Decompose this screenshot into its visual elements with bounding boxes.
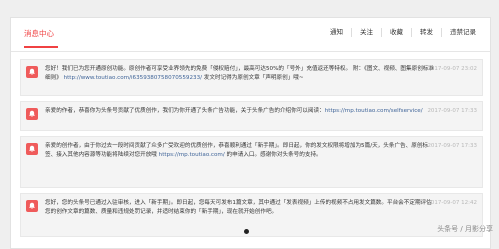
tab-favorites[interactable]: 收藏	[381, 28, 411, 37]
message-date: 2017-09-07 17:33	[427, 108, 477, 114]
message-text: 您好，您的头条号已通过入驻审核，进入「新手期」。即日起，您每天可发布1篇文章，其…	[45, 199, 436, 217]
bell-icon	[26, 108, 38, 120]
message-link[interactable]: https://mp.toutiao.com/selfservice/	[325, 108, 423, 114]
bell-icon	[26, 66, 38, 78]
tab-follows[interactable]: 关注	[351, 28, 381, 37]
message-center-panel: 消息中心 通知 关注 收藏 转发 违禁记录 您好！我们已为您开通原创功能。原创作…	[10, 17, 491, 249]
message-text: 亲爱的创作者，由于你过去一段时间贡献了众多广受欢迎的优质创作，恭喜顺利通过「新手…	[45, 142, 436, 160]
tab-reposts[interactable]: 转发	[411, 28, 441, 37]
message-tail: 的申请入口。感谢你对头条号的支持。	[224, 151, 322, 158]
page-title: 消息中心	[24, 29, 54, 38]
list-item[interactable]: 亲爱的作者，恭喜你为头条号贡献了优质创作，我们为你开通了头条广告功能，关于头条广…	[20, 101, 483, 131]
tab-violations[interactable]: 违禁记录	[441, 28, 484, 37]
message-body: 亲爱的作者，恭喜你为头条号贡献了优质创作，我们为你开通了头条广告功能，关于头条广…	[45, 108, 325, 114]
message-text: 亲爱的作者，恭喜你为头条号贡献了优质创作，我们为你开通了头条广告功能，关于头条广…	[45, 107, 436, 116]
tab-notifications[interactable]: 通知	[322, 28, 351, 37]
bell-icon	[26, 200, 38, 212]
message-text: 您好！我们已为您开通原创功能。原创作者可享受业界领先的免费「侵权赔付」，最高可达…	[45, 65, 436, 83]
message-body: 您好，您的头条号已通过入驻审核，进入「新手期」。即日起，您每天可发布1篇文章，其…	[45, 200, 432, 215]
message-date: 2017-09-07 17:33	[427, 143, 477, 149]
tab-bar: 通知 关注 收藏 转发 违禁记录	[322, 28, 484, 37]
header: 消息中心 通知 关注 收藏 转发 违禁记录	[11, 18, 490, 52]
message-date: 2017-09-07 23:02	[427, 66, 477, 72]
page-indicator-dot	[244, 229, 249, 234]
message-list: 您好！我们已为您开通原创功能。原创作者可享受业界领先的免费「侵权赔付」，最高可达…	[20, 59, 483, 242]
list-item[interactable]: 您好，您的头条号已通过入驻审核，进入「新手期」。即日起，您每天可发布1篇文章，其…	[20, 193, 483, 237]
active-tab-underline	[24, 46, 58, 48]
watermark: 头条号 / 月影分享	[437, 225, 493, 233]
list-item[interactable]: 亲爱的创作者，由于你过去一段时间贡献了众多广受欢迎的优质创作，恭喜顺利通过「新手…	[20, 136, 483, 188]
message-tail: 发文时记得为原创文章「声明原创」哦~	[202, 74, 304, 81]
message-date: 2017-09-07 12:42	[427, 200, 477, 206]
message-link[interactable]: https://mp.toutiao.com/	[159, 152, 225, 158]
bell-icon	[26, 143, 38, 155]
list-item[interactable]: 您好！我们已为您开通原创功能。原创作者可享受业界领先的免费「侵权赔付」，最高可达…	[20, 59, 483, 96]
message-link[interactable]: http://www.toutiao.com/i6359380758070559…	[64, 75, 202, 81]
